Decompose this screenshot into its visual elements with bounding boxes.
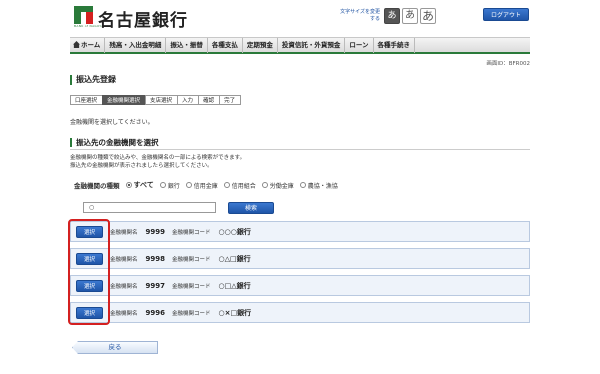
- section-title: 振込先の金融機関を選択: [70, 138, 530, 147]
- bank-code-label: 金融機関コード: [172, 229, 211, 236]
- bank-logo-icon: [74, 6, 93, 24]
- nav-item-home[interactable]: ホーム: [70, 38, 106, 53]
- nav-item-payments[interactable]: 各種支払: [208, 38, 243, 53]
- radio-button-icon: [299, 182, 306, 188]
- bank-code: 9999: [145, 227, 165, 236]
- bank-code: 9997: [145, 281, 165, 290]
- bank-name: ○△□銀行: [218, 254, 251, 263]
- bank-code-label: 金融機関コード: [172, 256, 211, 263]
- logout-button[interactable]: ログアウト: [483, 8, 529, 21]
- radio-label: 農協・漁協: [307, 182, 338, 190]
- radio-label: 信用金庫: [193, 182, 218, 190]
- step-account-select: 口座選択: [70, 95, 104, 105]
- bank-name: ○×□銀行: [218, 308, 252, 317]
- bank-name-label: 金融機関名: [110, 256, 138, 263]
- radio-label: 労働金庫: [269, 182, 294, 190]
- select-buttons-highlight: [68, 219, 110, 325]
- font-size-label: 文字サイズを変更する: [340, 9, 380, 22]
- font-size-small-button[interactable]: あ: [384, 8, 400, 24]
- global-nav: ホーム 残高・入出金明細 振込・振替 各種支払 定期預金 投資信託・外貨預金 ロ…: [70, 37, 530, 54]
- radio-bank[interactable]: 銀行: [159, 181, 180, 190]
- radio-button-icon: [125, 182, 132, 188]
- radio-button-icon: [159, 182, 166, 188]
- bank-name-search-input[interactable]: [83, 202, 216, 213]
- radio-credit-union[interactable]: 信用組合: [223, 181, 256, 190]
- bank-name-label: 金融機関名: [110, 283, 138, 290]
- radio-shinkin[interactable]: 信用金庫: [185, 181, 218, 190]
- nav-item-procedures[interactable]: 各種手続き: [374, 38, 415, 53]
- radio-labor-bank[interactable]: 労働金庫: [261, 181, 294, 190]
- step-bank-select: 金融機関選択: [102, 95, 147, 105]
- page-title: 振込先登録: [70, 75, 530, 85]
- step-branch-select: 支店選択: [145, 95, 179, 105]
- step-indicator: 口座選択 金融機関選択 支店選択 入力 確認 完了: [70, 95, 242, 105]
- bank-code-label: 金融機関コード: [172, 310, 211, 317]
- radio-label: 銀行: [167, 182, 180, 190]
- step-complete: 完了: [219, 95, 242, 105]
- font-size-medium-button[interactable]: あ: [402, 8, 418, 24]
- result-row: 選択 金融機関名 9996 金融機関コード ○×□銀行: [70, 302, 530, 323]
- bank-code: 9996: [145, 308, 165, 317]
- bank-name: ○□△銀行: [218, 281, 251, 290]
- back-button[interactable]: 戻る: [72, 341, 158, 354]
- radio-label: 信用組合: [231, 182, 256, 190]
- bank-code-label: 金融機関コード: [172, 283, 211, 290]
- section-divider: [70, 149, 530, 150]
- bank-code: 9998: [145, 254, 165, 263]
- bank-name: 名古屋銀行: [98, 11, 188, 31]
- radio-button-icon: [261, 182, 268, 188]
- result-row: 選択 金融機関名 9997 金融機関コード ○□△銀行: [70, 275, 530, 296]
- result-row: 選択 金融機関名 9998 金融機関コード ○△□銀行: [70, 248, 530, 269]
- description-line: 振込先の金融機関が表示されましたら選択してください。: [70, 163, 213, 169]
- instruction-text: 金融機関を選択してください。: [70, 119, 154, 126]
- bank-type-filter: 金融機関の種類 すべて 銀行 信用金庫 信用組合 労働金庫 農協・漁協: [74, 180, 344, 190]
- header: BANK of NAGOYA 名古屋銀行 文字サイズを変更する あ あ あ ログ…: [0, 0, 600, 34]
- bank-name: ○○○銀行: [218, 227, 251, 236]
- nav-item-time-deposit[interactable]: 定期預金: [243, 38, 278, 53]
- bank-type-label: 金融機関の種類: [74, 182, 120, 190]
- nav-item-investment[interactable]: 投資信託・外貨預金: [278, 38, 346, 53]
- result-row: 選択 金融機関名 9999 金融機関コード ○○○銀行: [70, 221, 530, 242]
- home-icon: [73, 41, 80, 48]
- nav-item-label: ホーム: [81, 41, 101, 49]
- radio-button-icon: [223, 182, 230, 188]
- step-input: 入力: [177, 95, 200, 105]
- description-line: 金融機関の種類で絞込みや、金融機関名の一部による検索ができます。: [70, 155, 246, 161]
- nav-item-transfer[interactable]: 振込・振替: [166, 38, 208, 53]
- screen-id: 画面ID：BFR002: [486, 61, 530, 67]
- radio-agri-fishery[interactable]: 農協・漁協: [299, 181, 338, 190]
- nav-item-loan[interactable]: ローン: [345, 38, 374, 53]
- radio-all[interactable]: すべて: [125, 180, 154, 190]
- section-description: 金融機関の種類で絞込みや、金融機関名の一部による検索ができます。 振込先の金融機…: [70, 154, 245, 170]
- radio-button-icon: [185, 182, 192, 188]
- step-confirm: 確認: [198, 95, 221, 105]
- font-size-large-button[interactable]: あ: [420, 8, 436, 24]
- bank-name-label: 金融機関名: [110, 229, 138, 236]
- bank-name-label: 金融機関名: [110, 310, 138, 317]
- nav-item-balance[interactable]: 残高・入出金明細: [105, 38, 167, 53]
- search-button[interactable]: 検索: [228, 202, 274, 214]
- radio-label: すべて: [133, 181, 154, 189]
